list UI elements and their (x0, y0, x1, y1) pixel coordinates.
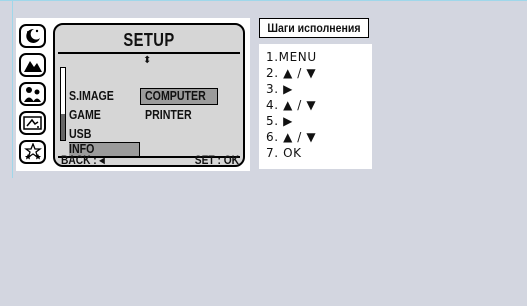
scroll-arrows-icon: ⬍ (143, 55, 152, 66)
step-4: 4. ▲ / ▼ (266, 98, 317, 112)
camera-panel: SETUP ⬍ S.IMAGE GAME USB INFO COMPUTER P… (16, 18, 250, 171)
step-7: 7. OK (266, 146, 302, 160)
star-icon[interactable] (19, 140, 46, 164)
mode-icon-column (16, 18, 52, 171)
lcd-screen: SETUP ⬍ S.IMAGE GAME USB INFO COMPUTER P… (53, 23, 245, 167)
option-printer[interactable]: PRINTER (145, 108, 192, 122)
menu-item-game[interactable]: GAME (69, 108, 101, 122)
step-1: 1.MENU (266, 50, 317, 64)
step-6: 6. ▲ / ▼ (266, 130, 317, 144)
step-2: 2. ▲ / ▼ (266, 66, 317, 80)
screen-title: SETUP (123, 30, 175, 50)
steps-title: Шаги исполнения (259, 18, 369, 38)
left-divider-line (12, 0, 13, 178)
menu-item-usb[interactable]: USB (69, 127, 91, 141)
menu-scrollbar[interactable] (60, 67, 66, 141)
sport-icon[interactable] (19, 111, 46, 135)
back-hint: BACK : ◂ (61, 153, 105, 167)
night-scene-icon[interactable] (19, 24, 46, 48)
menu-item-s-image[interactable]: S.IMAGE (69, 89, 114, 103)
step-3: 3. ▶ (266, 82, 293, 96)
steps-title-text: Шаги исполнения (267, 21, 361, 35)
title-divider (58, 52, 240, 54)
scrollbar-thumb[interactable] (61, 114, 65, 140)
steps-panel: 1.MENU 2. ▲ / ▼ 3. ▶ 4. ▲ / ▼ 5. ▶ 6. ▲ … (259, 44, 372, 169)
set-hint: SET : OK (194, 153, 239, 167)
landscape-icon[interactable] (19, 53, 46, 77)
top-divider-line (0, 0, 527, 1)
option-computer[interactable]: COMPUTER (145, 89, 206, 103)
step-5: 5. ▶ (266, 114, 293, 128)
portrait-icon[interactable] (19, 82, 46, 106)
